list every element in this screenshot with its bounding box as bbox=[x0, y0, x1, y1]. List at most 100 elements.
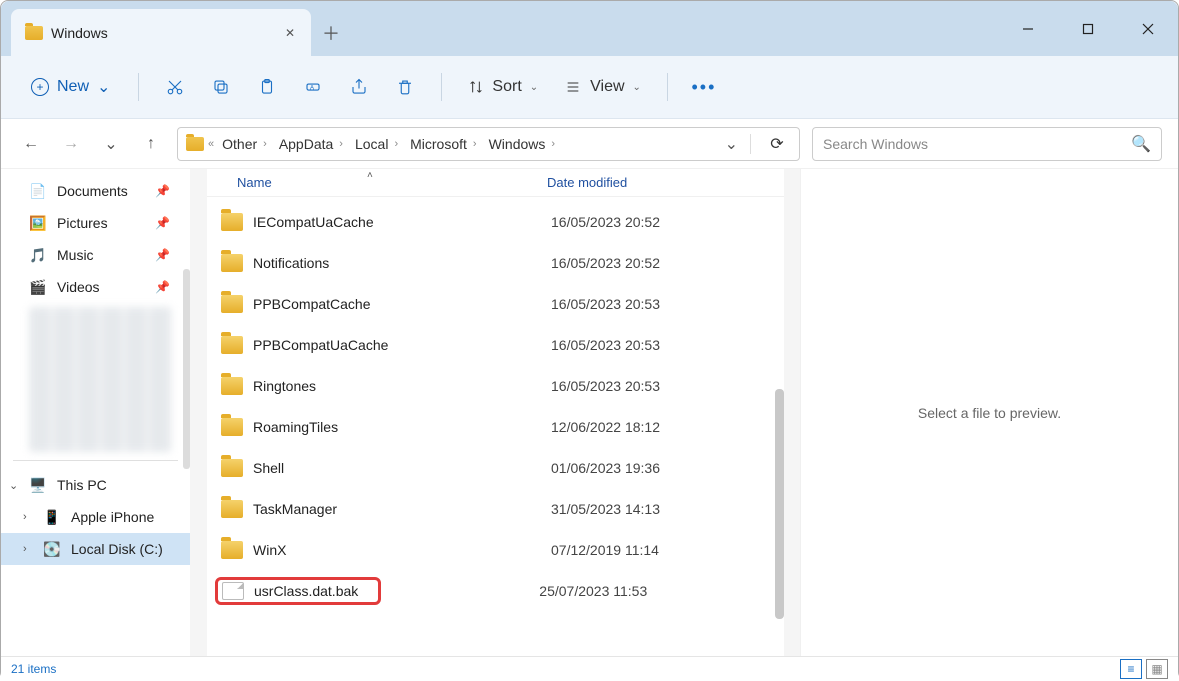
file-date: 01/06/2023 19:36 bbox=[551, 460, 711, 476]
column-name[interactable]: ˄Name bbox=[237, 175, 547, 190]
file-date: 16/05/2023 20:53 bbox=[551, 378, 711, 394]
details-view-button[interactable]: ≡ bbox=[1120, 659, 1142, 679]
refresh-button[interactable]: ⟳ bbox=[763, 134, 791, 154]
videos-icon: 🎬 bbox=[29, 278, 47, 296]
maximize-button[interactable] bbox=[1058, 1, 1118, 56]
file-rows: IECompatUaCache16/05/2023 20:52Notificat… bbox=[207, 197, 784, 656]
file-name: RoamingTiles bbox=[253, 419, 551, 435]
sidebar-item-documents[interactable]: 📄Documents📌 bbox=[1, 175, 190, 207]
chevron-down-icon[interactable]: ⌄ bbox=[9, 479, 18, 492]
svg-text:A: A bbox=[310, 85, 314, 91]
rename-button[interactable]: A bbox=[293, 67, 333, 107]
new-tab-button[interactable]: ＋ bbox=[311, 9, 351, 56]
column-headers: ˄Name Date modified bbox=[207, 169, 784, 197]
sort-indicator-icon: ˄ bbox=[367, 170, 373, 181]
icons-view-button[interactable]: ▦ bbox=[1146, 659, 1168, 679]
folder-icon bbox=[221, 418, 243, 436]
active-tab[interactable]: Windows ✕ bbox=[11, 9, 311, 56]
folder-icon bbox=[221, 500, 243, 518]
forward-button[interactable]: → bbox=[57, 130, 85, 158]
chevron-right-icon[interactable]: › bbox=[23, 511, 27, 523]
column-date[interactable]: Date modified bbox=[547, 175, 707, 190]
gutter bbox=[784, 169, 800, 656]
navigation-pane: 📄Documents📌 🖼️Pictures📌 🎵Music📌 🎬Videos📌… bbox=[1, 169, 191, 656]
cut-button[interactable] bbox=[155, 67, 195, 107]
minimize-button[interactable] bbox=[998, 1, 1058, 56]
sidebar-item-localdisk[interactable]: ›💽Local Disk (C:) bbox=[1, 533, 190, 565]
breadcrumb-item[interactable]: Other› bbox=[218, 134, 271, 154]
breadcrumb-item[interactable]: Local› bbox=[351, 134, 402, 154]
documents-icon: 📄 bbox=[29, 182, 47, 200]
file-row[interactable]: Ringtones16/05/2023 20:53 bbox=[207, 365, 784, 406]
sidebar-item-iphone[interactable]: ›📱Apple iPhone bbox=[1, 501, 190, 533]
file-row[interactable]: Notifications16/05/2023 20:52 bbox=[207, 242, 784, 283]
file-date: 25/07/2023 11:53 bbox=[539, 583, 699, 599]
sidebar-item-pictures[interactable]: 🖼️Pictures📌 bbox=[1, 207, 190, 239]
file-row[interactable]: PPBCompatUaCache16/05/2023 20:53 bbox=[207, 324, 784, 365]
new-button[interactable]: + New ⌄ bbox=[19, 71, 122, 103]
address-bar[interactable]: « Other› AppData› Local› Microsoft› Wind… bbox=[177, 127, 800, 161]
pc-icon: 🖥️ bbox=[29, 476, 47, 494]
search-input[interactable] bbox=[823, 136, 1131, 152]
pin-icon: 📌 bbox=[155, 216, 170, 230]
blurred-items bbox=[29, 307, 172, 452]
file-row[interactable]: Shell01/06/2023 19:36 bbox=[207, 447, 784, 488]
sidebar-scrollbar[interactable] bbox=[183, 269, 190, 469]
chevron-right-icon[interactable]: › bbox=[23, 543, 27, 555]
plus-icon: + bbox=[31, 78, 49, 96]
disk-icon: 💽 bbox=[43, 540, 61, 558]
back-button[interactable]: ← bbox=[17, 130, 45, 158]
view-button[interactable]: View ⌄ bbox=[554, 72, 651, 102]
pin-icon: 📌 bbox=[155, 184, 170, 198]
preview-empty-text: Select a file to preview. bbox=[918, 405, 1061, 421]
folder-icon bbox=[221, 213, 243, 231]
breadcrumb-item[interactable]: Windows› bbox=[485, 134, 559, 154]
sidebar-item-videos[interactable]: 🎬Videos📌 bbox=[1, 271, 190, 303]
folder-icon bbox=[25, 26, 43, 40]
sort-button[interactable]: Sort ⌄ bbox=[458, 72, 548, 102]
file-row[interactable]: usrClass.dat.bak 25/07/2023 11:53 bbox=[207, 570, 784, 611]
file-name: Shell bbox=[253, 460, 551, 476]
breadcrumb-item[interactable]: AppData› bbox=[275, 134, 347, 154]
titlebar: Windows ✕ ＋ bbox=[1, 1, 1178, 56]
file-name: PPBCompatCache bbox=[253, 296, 551, 312]
file-name: PPBCompatUaCache bbox=[253, 337, 551, 353]
sidebar-item-music[interactable]: 🎵Music📌 bbox=[1, 239, 190, 271]
address-dropdown[interactable]: ⌄ bbox=[725, 134, 738, 154]
paste-button[interactable] bbox=[247, 67, 287, 107]
separator bbox=[13, 460, 178, 461]
up-button[interactable]: ↑ bbox=[137, 130, 165, 158]
search-box[interactable]: 🔍 bbox=[812, 127, 1162, 161]
copy-button[interactable] bbox=[201, 67, 241, 107]
share-button[interactable] bbox=[339, 67, 379, 107]
list-scrollbar[interactable] bbox=[775, 389, 784, 619]
highlight-box: usrClass.dat.bak bbox=[215, 577, 381, 605]
folder-icon bbox=[221, 377, 243, 395]
new-label: New bbox=[57, 78, 89, 96]
file-name: WinX bbox=[253, 542, 551, 558]
file-name: Notifications bbox=[253, 255, 551, 271]
sidebar-item-thispc[interactable]: ⌄🖥️This PC bbox=[1, 469, 190, 501]
pin-icon: 📌 bbox=[155, 280, 170, 294]
separator bbox=[441, 73, 442, 101]
close-window-button[interactable] bbox=[1118, 1, 1178, 56]
folder-icon bbox=[186, 137, 204, 151]
recent-button[interactable]: ⌄ bbox=[97, 130, 125, 158]
delete-button[interactable] bbox=[385, 67, 425, 107]
breadcrumb-item[interactable]: Microsoft› bbox=[406, 134, 480, 154]
overflow-chevrons[interactable]: « bbox=[208, 138, 214, 150]
sort-label: Sort bbox=[492, 78, 521, 96]
close-tab-button[interactable]: ✕ bbox=[283, 26, 297, 40]
file-date: 07/12/2019 11:14 bbox=[551, 542, 711, 558]
file-row[interactable]: RoamingTiles12/06/2022 18:12 bbox=[207, 406, 784, 447]
file-row[interactable]: WinX07/12/2019 11:14 bbox=[207, 529, 784, 570]
folder-icon bbox=[221, 336, 243, 354]
more-button[interactable]: ••• bbox=[684, 67, 724, 107]
file-row[interactable]: TaskManager31/05/2023 14:13 bbox=[207, 488, 784, 529]
search-icon: 🔍 bbox=[1131, 134, 1151, 154]
file-row[interactable]: IECompatUaCache16/05/2023 20:52 bbox=[207, 201, 784, 242]
pictures-icon: 🖼️ bbox=[29, 214, 47, 232]
file-row[interactable]: PPBCompatCache16/05/2023 20:53 bbox=[207, 283, 784, 324]
file-date: 16/05/2023 20:52 bbox=[551, 214, 711, 230]
file-date: 16/05/2023 20:52 bbox=[551, 255, 711, 271]
